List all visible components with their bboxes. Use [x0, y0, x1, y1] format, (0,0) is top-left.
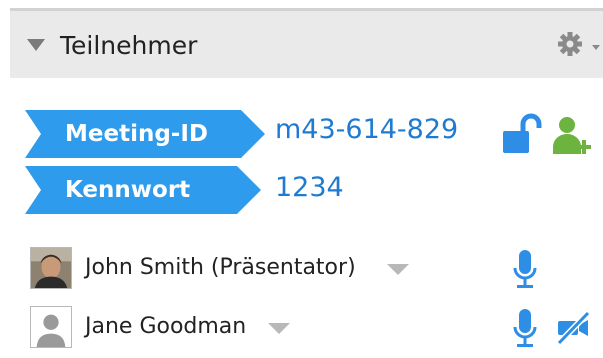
chevron-down-icon[interactable]: [387, 264, 409, 275]
gear-icon[interactable]: [556, 29, 590, 59]
participant-name: Jane Goodman: [85, 314, 247, 339]
avatar-placeholder-icon: [30, 306, 72, 348]
unlocked-padlock-icon[interactable]: [501, 112, 545, 156]
panel-title: Teilnehmer: [60, 31, 198, 60]
password-label: Kennwort: [25, 166, 261, 214]
collapse-triangle-icon[interactable]: [27, 39, 45, 51]
settings-caret-icon[interactable]: [592, 45, 600, 50]
microphone-icon[interactable]: [510, 247, 540, 291]
add-user-icon[interactable]: [550, 114, 596, 158]
participant-name: John Smith (Präsentator): [85, 255, 356, 280]
meeting-id-label: Meeting-ID: [25, 110, 265, 158]
meeting-id-value: m43-614-829: [275, 114, 459, 145]
password-value: 1234: [275, 172, 344, 203]
camera-off-icon[interactable]: [555, 310, 591, 346]
participant-row[interactable]: Jane Goodman: [0, 306, 603, 352]
chevron-down-icon[interactable]: [268, 323, 290, 334]
participants-panel: Teilnehmer Meeting-ID m43-614-829 Kennwo…: [0, 0, 603, 358]
avatar: [30, 247, 72, 289]
participant-row[interactable]: John Smith (Präsentator): [0, 247, 603, 293]
panel-header[interactable]: Teilnehmer: [10, 8, 603, 78]
microphone-icon[interactable]: [510, 306, 540, 350]
